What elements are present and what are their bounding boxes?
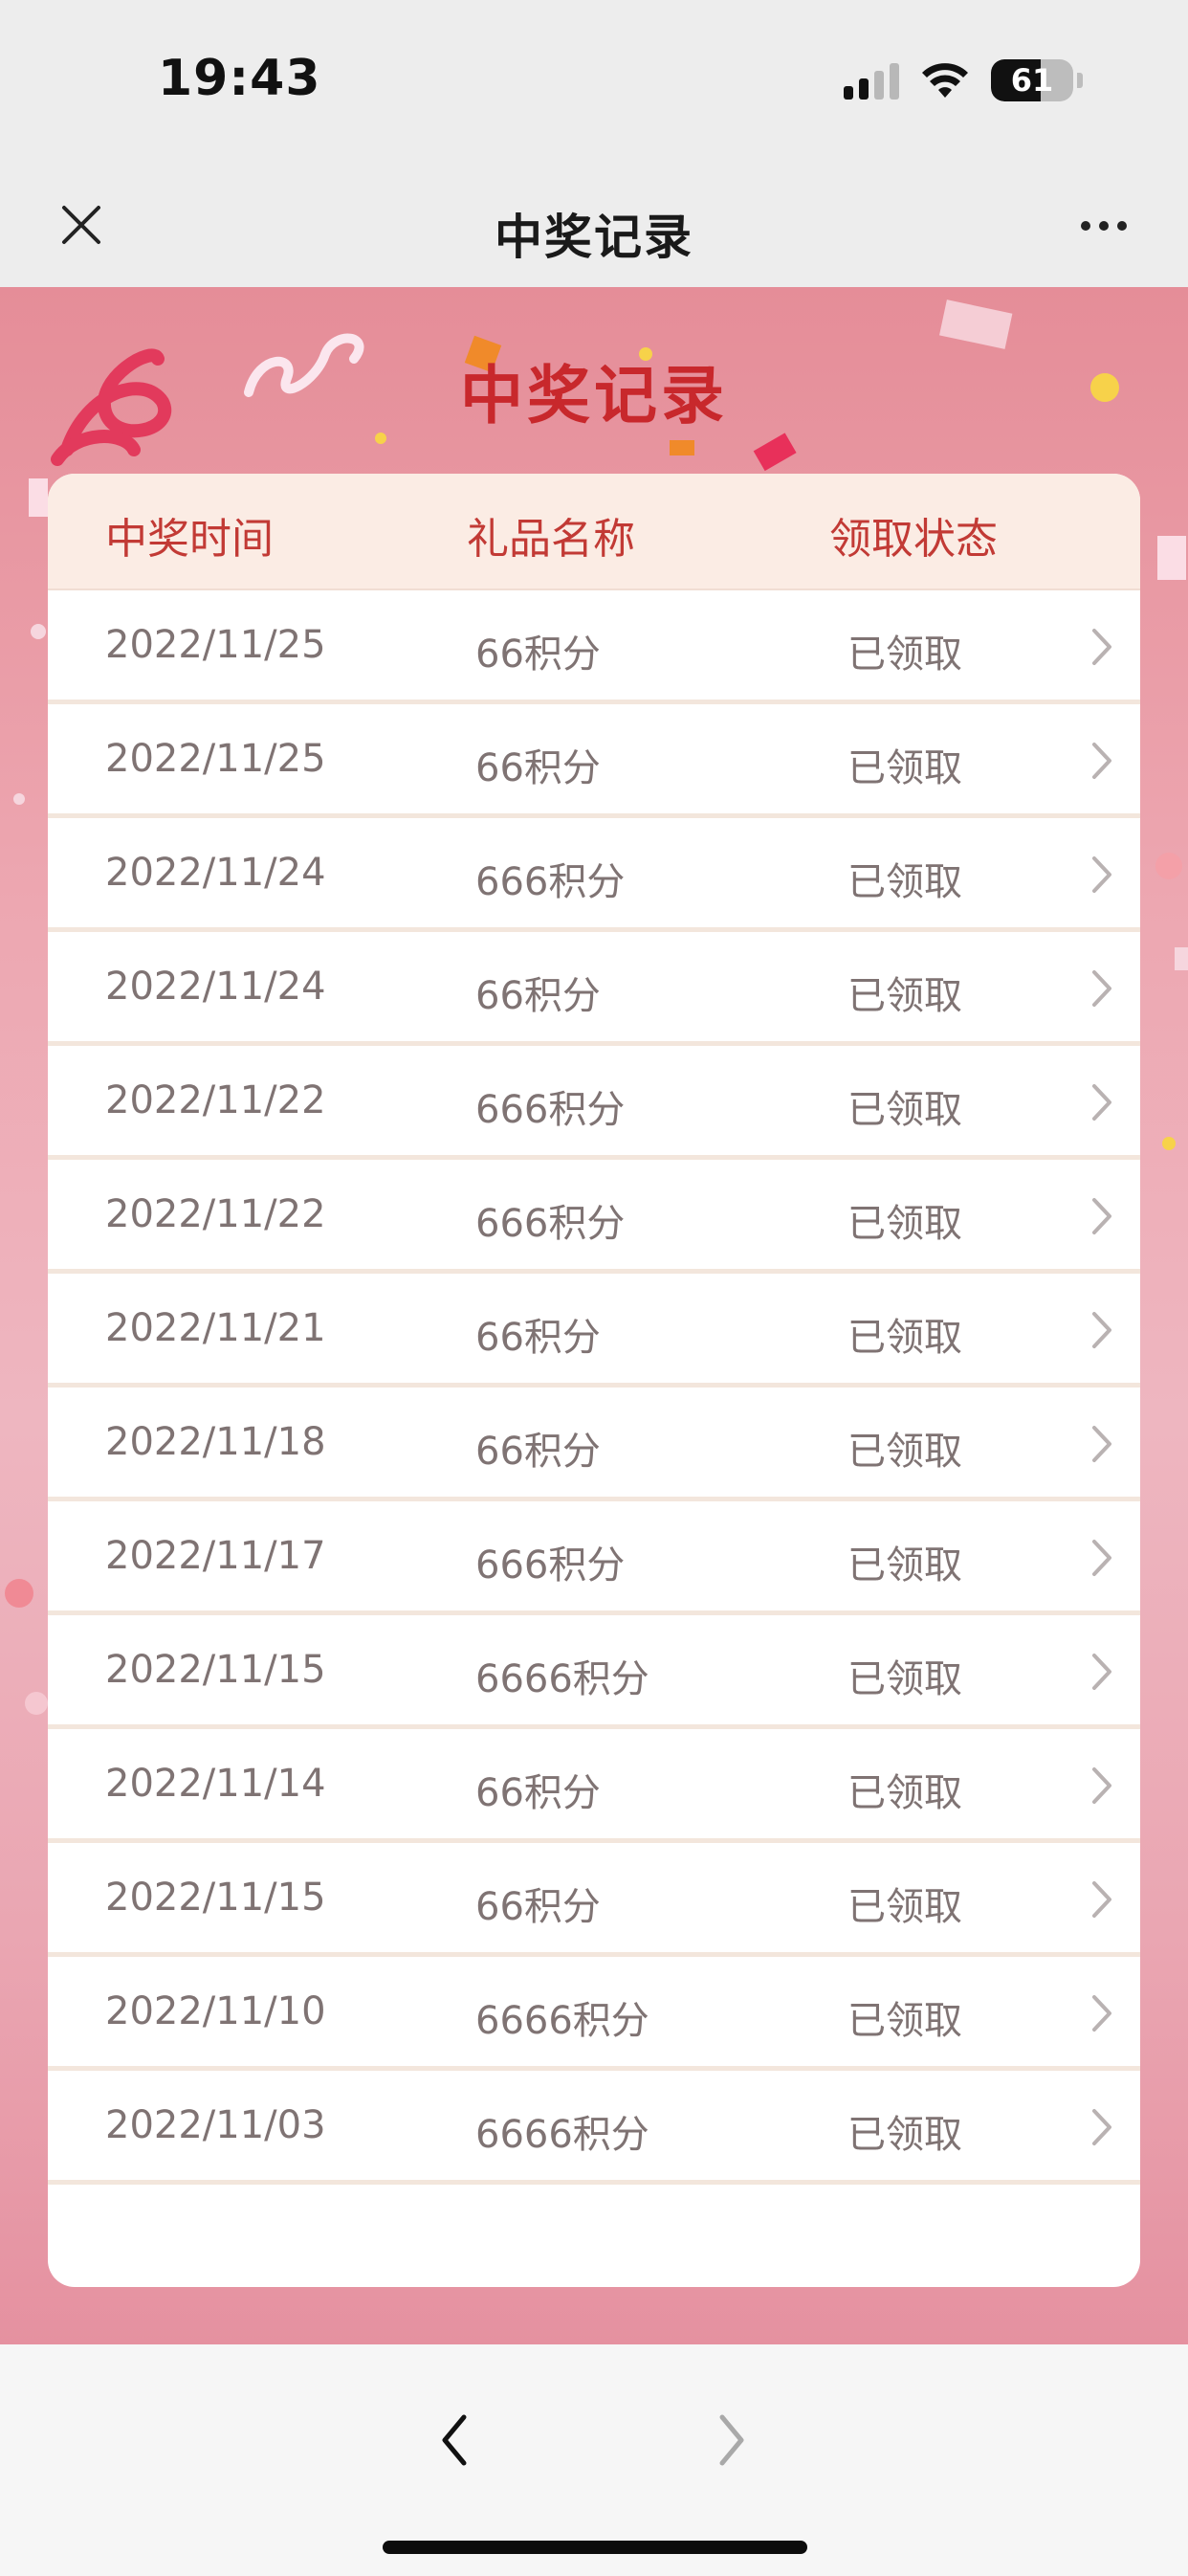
chevron-right-icon <box>1092 629 1111 665</box>
chevron-right-icon <box>1092 1767 1111 1804</box>
row-gift: 666积分 <box>475 1543 626 1588</box>
row-gift: 666积分 <box>475 860 626 904</box>
row-gift: 66积分 <box>475 633 601 677</box>
more-button[interactable] <box>1066 197 1142 255</box>
table-row[interactable]: 2022/11/24 666积分 已领取 <box>48 818 1140 932</box>
wifi-icon <box>922 63 968 98</box>
table-row[interactable]: 2022/11/17 666积分 已领取 <box>48 1501 1140 1615</box>
row-status: 已领取 <box>847 633 962 677</box>
row-status: 已领取 <box>847 974 962 1018</box>
row-gift: 6666积分 <box>475 2113 649 2157</box>
more-icon-dot <box>1099 221 1109 231</box>
row-status: 已领取 <box>847 1771 962 1815</box>
chevron-right-icon <box>1092 743 1111 779</box>
row-status: 已领取 <box>847 1316 962 1360</box>
banner-title: 中奖记录 <box>460 358 728 433</box>
chevron-right-icon <box>1092 1540 1111 1576</box>
table-header: 中奖时间 礼品名称 领取状态 <box>48 474 1140 590</box>
home-indicator <box>383 2541 807 2554</box>
row-status: 已领取 <box>847 1885 962 1929</box>
status-icons: 61 <box>844 57 1083 103</box>
chevron-right-icon <box>1092 1654 1111 1690</box>
row-status: 已领取 <box>847 1999 962 2043</box>
table-row[interactable]: 2022/11/25 66积分 已领取 <box>48 704 1140 818</box>
row-date: 2022/11/18 <box>105 1420 326 1464</box>
row-status: 已领取 <box>847 1430 962 1474</box>
chevron-right-icon <box>1092 1995 1111 2032</box>
forward-button[interactable] <box>698 2402 765 2478</box>
status-time: 19:43 <box>158 50 321 107</box>
table-row[interactable]: 2022/11/10 6666积分 已领取 <box>48 1957 1140 2071</box>
records-list: 2022/11/25 66积分 已领取 2022/11/25 66积分 已领取 2022/1… <box>48 590 1140 2185</box>
chevron-right-icon <box>1092 1198 1111 1234</box>
row-date: 2022/11/25 <box>105 623 326 667</box>
row-date: 2022/11/17 <box>105 1534 326 1578</box>
row-gift: 6666积分 <box>475 1999 649 2043</box>
chevron-right-icon <box>1092 2109 1111 2145</box>
table-row[interactable]: 2022/11/22 666积分 已领取 <box>48 1046 1140 1160</box>
table-row[interactable]: 2022/11/25 66积分 已领取 <box>48 590 1140 704</box>
chevron-left-icon <box>442 2414 467 2466</box>
status-bar: 19:43 61 <box>0 0 1188 163</box>
chevron-right-icon <box>719 2414 744 2466</box>
row-date: 2022/11/03 <box>105 2103 326 2147</box>
more-icon-dot <box>1117 221 1127 231</box>
row-gift: 666积分 <box>475 1088 626 1132</box>
row-date: 2022/11/21 <box>105 1306 326 1350</box>
header-status: 领取状态 <box>829 515 998 564</box>
table-row[interactable]: 2022/11/14 66积分 已领取 <box>48 1729 1140 1843</box>
row-date: 2022/11/15 <box>105 1648 326 1692</box>
nav-title: 中奖记录 <box>495 210 693 265</box>
row-gift: 66积分 <box>475 1316 601 1360</box>
row-gift: 66积分 <box>475 1885 601 1929</box>
row-gift: 6666积分 <box>475 1657 649 1701</box>
row-status: 已领取 <box>847 1202 962 1246</box>
table-row[interactable]: 2022/11/18 66积分 已领取 <box>48 1388 1140 1501</box>
chevron-right-icon <box>1092 1426 1111 1462</box>
row-date: 2022/11/10 <box>105 1989 326 2033</box>
row-date: 2022/11/24 <box>105 965 326 1009</box>
row-date: 2022/11/15 <box>105 1876 326 1920</box>
table-row[interactable]: 2022/11/22 666积分 已领取 <box>48 1160 1140 1274</box>
header-gift: 礼品名称 <box>467 515 635 564</box>
nav-bar: 中奖记录 <box>0 163 1188 287</box>
records-card: 中奖时间 礼品名称 领取状态 2022/11/25 66积分 已领取 2022/11/… <box>48 474 1140 2287</box>
bottom-toolbar <box>0 2344 1188 2576</box>
more-icon-dot <box>1081 221 1090 231</box>
row-gift: 66积分 <box>475 1771 601 1815</box>
table-row[interactable]: 2022/11/21 66积分 已领取 <box>48 1274 1140 1388</box>
row-date: 2022/11/14 <box>105 1762 326 1806</box>
chevron-right-icon <box>1092 1881 1111 1918</box>
row-status: 已领取 <box>847 2113 962 2157</box>
row-gift: 66积分 <box>475 974 601 1018</box>
chevron-right-icon <box>1092 970 1111 1007</box>
row-status: 已领取 <box>847 860 962 904</box>
row-gift: 66积分 <box>475 1430 601 1474</box>
content-area: 中奖记录 中奖时间 礼品名称 领取状态 2022/11/25 66积分 已领取 202… <box>0 287 1188 2344</box>
table-row[interactable]: 2022/11/03 6666积分 已领取 <box>48 2071 1140 2185</box>
table-row[interactable]: 2022/11/24 66积分 已领取 <box>48 932 1140 1046</box>
row-status: 已领取 <box>847 1657 962 1701</box>
chevron-right-icon <box>1092 1084 1111 1121</box>
header-date: 中奖时间 <box>105 515 274 564</box>
row-status: 已领取 <box>847 746 962 790</box>
back-button[interactable] <box>421 2402 488 2478</box>
row-date: 2022/11/22 <box>105 1192 326 1236</box>
table-row[interactable]: 2022/11/15 6666积分 已领取 <box>48 1615 1140 1729</box>
row-date: 2022/11/25 <box>105 737 326 781</box>
table-row[interactable]: 2022/11/15 66积分 已领取 <box>48 1843 1140 1957</box>
battery-icon: 61 <box>991 59 1073 101</box>
chevron-right-icon <box>1092 856 1111 893</box>
row-gift: 66积分 <box>475 746 601 790</box>
chevron-right-icon <box>1092 1312 1111 1348</box>
row-status: 已领取 <box>847 1543 962 1588</box>
cellular-signal-icon <box>844 61 899 100</box>
row-gift: 666积分 <box>475 1202 626 1246</box>
row-status: 已领取 <box>847 1088 962 1132</box>
row-date: 2022/11/24 <box>105 851 326 895</box>
battery-level: 61 <box>1010 62 1054 99</box>
row-date: 2022/11/22 <box>105 1078 326 1122</box>
